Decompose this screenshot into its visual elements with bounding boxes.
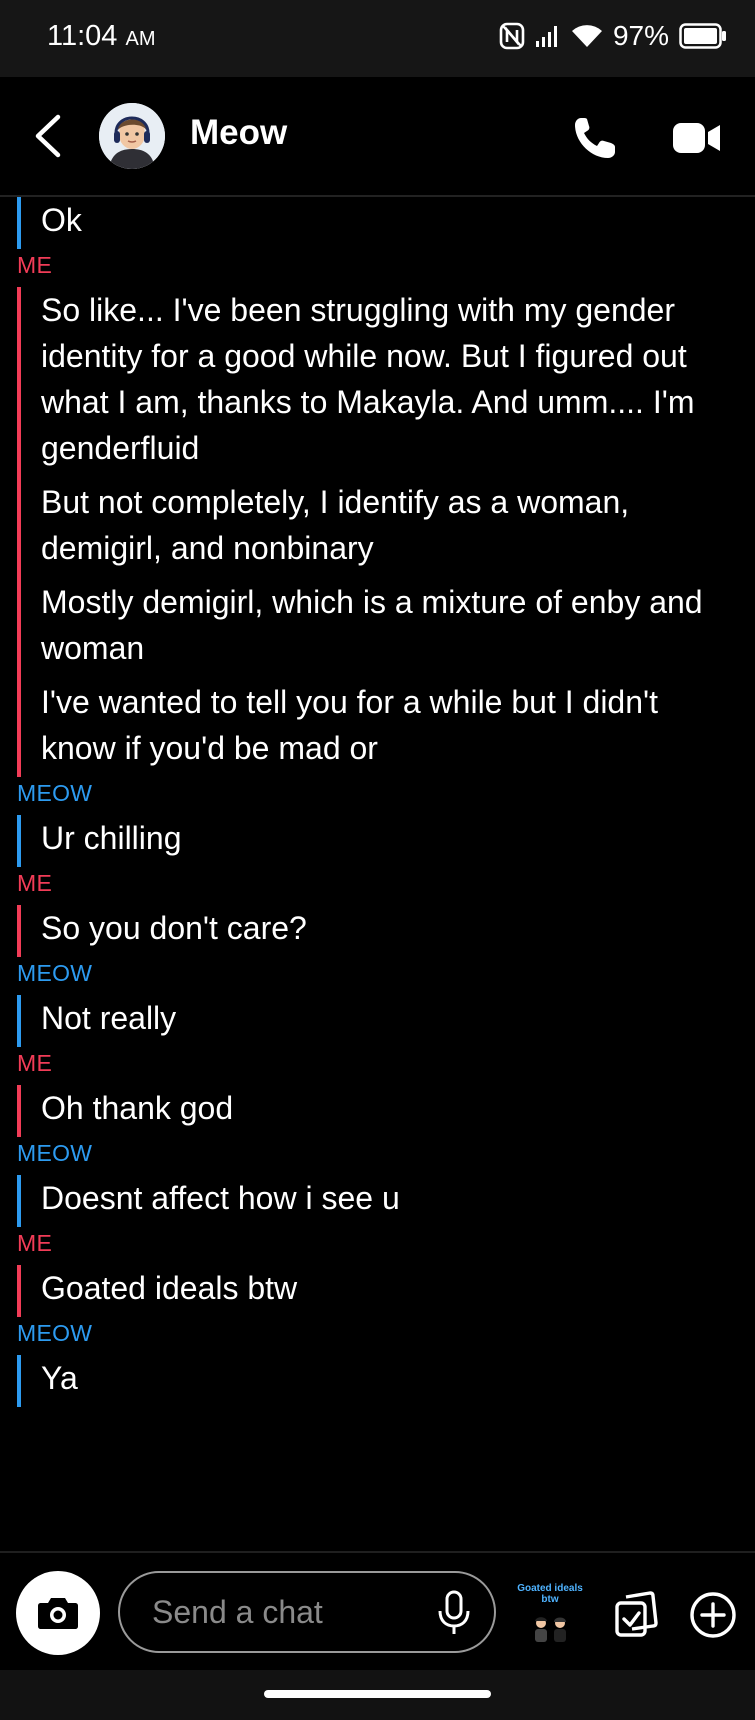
message-block: Ur chilling (17, 815, 755, 867)
nfc-icon (499, 22, 525, 50)
wifi-icon (571, 25, 602, 47)
message-group: ME So like... I've been struggling with m… (0, 251, 755, 777)
chat-message[interactable]: Goated ideals btw (41, 1265, 735, 1317)
chat-message[interactable]: Ya (41, 1355, 735, 1407)
status-icons: 97% (499, 18, 727, 54)
sticker-caption: Goated ideals btw (517, 1583, 583, 1605)
bitmoji-avatar-icon (99, 103, 165, 169)
memories-button[interactable] (612, 1589, 662, 1639)
message-block: Ok (17, 197, 755, 249)
chat-message[interactable]: Oh thank god (41, 1085, 735, 1137)
message-group: MEOW Ur chilling (0, 779, 755, 867)
avatar[interactable] (99, 103, 165, 169)
back-icon (35, 114, 61, 158)
home-indicator[interactable] (264, 1690, 491, 1698)
message-group: Ok (0, 197, 755, 249)
signal-icon (535, 26, 557, 47)
message-block: Not really (17, 995, 755, 1047)
chat-message[interactable]: Mostly demigirl, which is a mixture of e… (41, 579, 735, 679)
plus-icon (690, 1592, 736, 1638)
chat-header: Meow (0, 77, 755, 197)
message-block: Oh thank god (17, 1085, 755, 1137)
message-group: ME Goated ideals btw (0, 1229, 755, 1317)
chat-name[interactable]: Meow (190, 113, 287, 153)
video-icon (673, 123, 720, 153)
voice-call-button[interactable] (572, 115, 618, 161)
message-group: MEOW Doesnt affect how i see u (0, 1139, 755, 1227)
chat-message[interactable]: Not really (41, 995, 735, 1047)
sticker-suggestion[interactable]: Goated ideals btw (512, 1583, 588, 1649)
camera-icon (38, 1598, 78, 1629)
video-call-button[interactable] (672, 117, 722, 159)
chat-input-placeholder: Send a chat (152, 1594, 323, 1630)
sender-label: ME (17, 870, 53, 896)
memories-icon (615, 1591, 658, 1637)
message-group: ME So you don't care? (0, 869, 755, 957)
message-block: Ya (17, 1355, 755, 1407)
add-button[interactable] (689, 1591, 737, 1639)
chat-message[interactable]: Ur chilling (41, 815, 735, 867)
camera-button[interactable] (16, 1571, 100, 1655)
chat-message[interactable]: So like... I've been struggling with my … (41, 287, 735, 479)
phone-icon (575, 118, 615, 158)
chat-message[interactable]: Ok (41, 197, 735, 249)
battery-percent: 97% (612, 20, 669, 51)
chat-message[interactable]: I've wanted to tell you for a while but … (41, 679, 735, 777)
sender-label: MEOW (17, 960, 93, 986)
sticker-figures-icon (535, 1617, 566, 1642)
status-time: 11:04 AM (47, 20, 156, 52)
status-bar: 11:04 AM 97% (0, 0, 755, 77)
back-button[interactable] (28, 111, 68, 161)
message-list: Ok ME So like... I've been struggling with… (0, 197, 755, 1407)
chat-message[interactable]: So you don't care? (41, 905, 735, 957)
sender-label: ME (17, 252, 53, 278)
message-group: ME Oh thank god (0, 1049, 755, 1137)
navigation-bar (0, 1670, 755, 1720)
message-group: MEOW Not really (0, 959, 755, 1047)
chat-message[interactable]: But not completely, I identify as a woma… (41, 479, 735, 579)
mic-button[interactable] (436, 1589, 472, 1637)
sender-label: ME (17, 1230, 53, 1256)
message-block: Doesnt affect how i see u (17, 1175, 755, 1227)
message-block: Goated ideals btw (17, 1265, 755, 1317)
mic-icon (438, 1590, 470, 1634)
battery-icon (679, 23, 726, 49)
sender-label: ME (17, 1050, 53, 1076)
sender-label: MEOW (17, 780, 93, 806)
message-block: So you don't care? (17, 905, 755, 957)
message-block: So like... I've been struggling with my … (17, 287, 755, 777)
chat-input[interactable]: Send a chat (118, 1571, 496, 1653)
sender-label: MEOW (17, 1320, 93, 1346)
sender-label: MEOW (17, 1140, 93, 1166)
chat-message[interactable]: Doesnt affect how i see u (41, 1175, 735, 1227)
chat-footer: Send a chat Goated ideals btw (0, 1551, 755, 1672)
message-group: MEOW Ya (0, 1319, 755, 1407)
